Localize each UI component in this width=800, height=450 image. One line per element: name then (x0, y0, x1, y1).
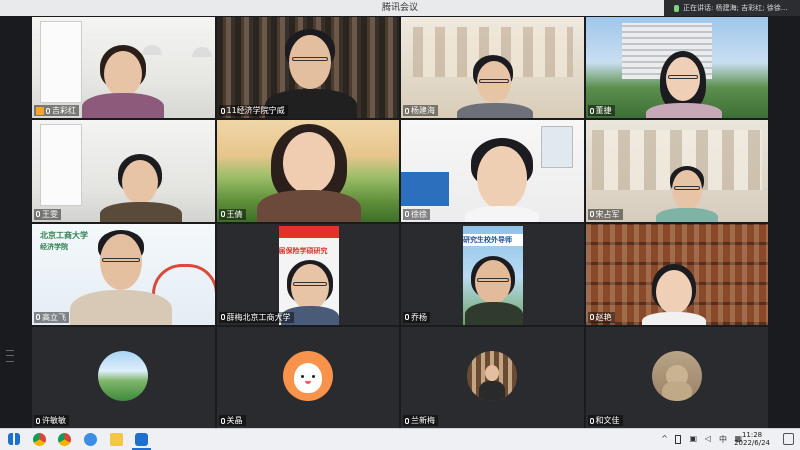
mic-icon (36, 314, 40, 321)
video-tile[interactable]: 宋占军 (585, 120, 768, 222)
video-tile[interactable]: 和文佳 (585, 326, 768, 428)
mic-icon (220, 211, 225, 217)
video-tile[interactable]: 王倩 (216, 120, 399, 222)
video-tile[interactable]: 吉彩红 (32, 17, 215, 119)
mic-icon (589, 417, 594, 424)
windows-start-icon[interactable] (8, 433, 20, 445)
host-icon (36, 106, 44, 115)
video-grid: 吉彩红 11经济学院宁威 杨建海 董捷 王雯 王倩 徐徐 宋占军 北京工商大学 … (32, 17, 768, 428)
participant-name-tag: 关晶 (218, 415, 246, 426)
university-name: 北京工商大学 (40, 230, 88, 240)
chrome-icon[interactable] (33, 433, 46, 446)
mic-icon (220, 107, 225, 114)
ie-icon[interactable] (84, 433, 97, 446)
ime-indicator[interactable]: 中 (719, 434, 727, 445)
clock-date: 2022/6/24 (734, 439, 770, 447)
portrait-frame: 届保险学硕研究 (278, 225, 339, 325)
speaking-text: 正在讲话: 杨建海; 吉彩红; 徐徐... (683, 4, 788, 12)
video-tile[interactable]: 11经济学院宁威 (216, 17, 399, 119)
avatar (98, 351, 149, 402)
side-panel-handle[interactable] (6, 350, 14, 362)
participant-name-tag: 许敏敏 (34, 415, 69, 426)
mic-icon (405, 417, 409, 424)
participant-name-tag: 11经济学院宁威 (218, 105, 288, 117)
speaking-indicator[interactable]: 正在讲话: 杨建海; 吉彩红; 徐徐... (664, 0, 800, 16)
chevron-up-icon[interactable]: ^ (661, 434, 668, 443)
participant-name-tag: 赵艳 (587, 311, 615, 323)
notification-icon[interactable] (783, 433, 794, 445)
participant-name-tag: 王雯 (34, 208, 61, 220)
window-decor (40, 124, 82, 207)
mic-icon (674, 4, 679, 12)
video-tile[interactable]: 董捷 (585, 17, 768, 119)
window-decor (541, 126, 573, 169)
participant-name-tag: 王倩 (218, 208, 246, 220)
mic-icon (589, 211, 594, 217)
participant-name-tag: 和文佳 (587, 415, 623, 426)
participant-name-tag: 高立飞 (34, 311, 69, 323)
mic-icon (589, 314, 594, 321)
red-banner (278, 225, 339, 238)
tencent-meeting-icon[interactable] (135, 433, 148, 446)
video-tile[interactable]: 研究生校外导师 乔杨 (401, 223, 584, 325)
participant-name-tag: 宋占军 (587, 208, 623, 220)
window-title: 腾讯会议 (381, 3, 418, 13)
clock[interactable]: 11:28 2022/6/24 (734, 431, 770, 447)
participant-name-tag: 兰新梅 (403, 415, 438, 426)
school-name: 经济学院 (40, 242, 68, 251)
participant-name-tag: 董捷 (587, 105, 615, 117)
video-tile[interactable]: 北京工商大学 经济学院 高立飞 (32, 223, 215, 325)
mic-icon (46, 107, 50, 114)
video-tile[interactable]: 兰新梅 (401, 326, 584, 428)
mic-icon (405, 211, 409, 217)
video-tile[interactable]: 王雯 (32, 120, 215, 222)
clock-time: 11:28 (741, 431, 763, 439)
folder-icon[interactable] (110, 433, 123, 446)
participant-name-tag: 杨建海 (403, 105, 438, 117)
participant-name-tag: 吉彩红 (34, 105, 79, 117)
banner-text: 研究生校外导师 (463, 235, 512, 244)
mic-icon (405, 107, 409, 114)
mic-icon (220, 417, 225, 424)
taskbar: ^ ▣ ◁ 中 ▦ 11:28 2022/6/24 (0, 428, 800, 450)
video-tile[interactable]: 许敏敏 (32, 326, 215, 428)
cartoon-face (293, 363, 322, 394)
battery-icon[interactable] (675, 435, 681, 444)
mic-icon (405, 314, 409, 321)
avatar (467, 351, 518, 402)
window-decor (40, 21, 82, 103)
network-icon[interactable]: ▣ (689, 434, 697, 443)
video-tile[interactable]: 徐徐 (401, 120, 584, 222)
mic-icon (589, 107, 594, 114)
participant-name-tag: 乔杨 (403, 311, 430, 323)
participant-name-tag: 薛梅北京工商大学 (218, 311, 294, 323)
mic-icon (36, 211, 40, 217)
portrait-frame: 研究生校外导师 (463, 225, 523, 325)
volume-icon[interactable]: ◁ (705, 434, 711, 443)
video-tile[interactable]: 赵艳 (585, 223, 768, 325)
video-tile[interactable]: 关晶 (216, 326, 399, 428)
avatar (282, 351, 333, 402)
video-tile[interactable]: 杨建海 (401, 17, 584, 119)
sofa-decor (401, 172, 449, 207)
video-tile[interactable]: 届保险学硕研究 薛梅北京工商大学 (216, 223, 399, 325)
mic-icon (220, 314, 225, 321)
avatar (651, 351, 702, 402)
participant-name-tag: 徐徐 (403, 208, 430, 220)
banner-text: 届保险学硕研究 (278, 246, 328, 255)
chrome-icon[interactable] (58, 433, 71, 446)
mic-icon (36, 417, 40, 424)
